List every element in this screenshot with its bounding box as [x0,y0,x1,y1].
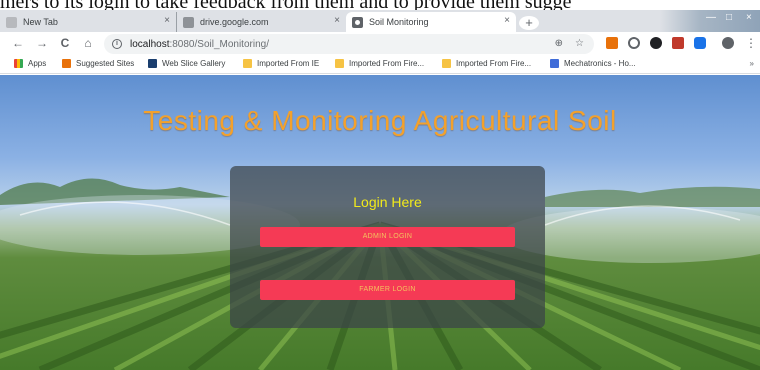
new-tab-button[interactable]: + [519,16,539,30]
bookmarks-bar: Apps Suggested Sites Web Slice Gallery I… [0,56,760,74]
minimize-button[interactable]: — [706,12,716,23]
info-icon[interactable]: i [112,39,122,49]
bookmark-folder[interactable]: Imported From Fire... [442,59,531,68]
bookmark-mechatronics[interactable]: Mechatronics - Ho... [550,59,636,68]
bookmark-folder[interactable]: Imported From Fire... [335,59,424,68]
extension-icon[interactable] [694,37,706,49]
bookmark-label: Web Slice Gallery [162,59,226,68]
home-icon[interactable]: ⌂ [80,36,96,50]
farmer-login-button[interactable]: FARMER LOGIN [260,280,515,300]
menu-icon[interactable]: ⋮ [743,36,759,50]
bookmark-folder[interactable]: Imported From IE [243,59,319,68]
suggested-sites-icon [62,59,71,68]
browser-toolbar: ← → C ⌂ i localhost:8080/Soil_Monitoring… [0,32,760,56]
folder-icon [335,59,344,68]
forward-arrow-icon[interactable]: → [34,36,50,50]
admin-login-button[interactable]: ADMIN LOGIN [260,227,515,247]
bookmark-apps[interactable]: Apps [14,59,46,68]
extension-icon[interactable] [650,37,662,49]
login-heading: Login Here [353,194,422,210]
login-panel: Login Here ADMIN LOGIN FARMER LOGIN [230,166,545,328]
apps-grid-icon [14,59,23,68]
more-bookmarks-chevron-icon[interactable]: » [750,59,754,68]
url-path: :8080/Soil_Monitoring/ [169,38,269,50]
folder-icon [243,59,252,68]
globe-icon [352,16,363,28]
bookmark-suggested-sites[interactable]: Suggested Sites [62,59,134,68]
zoom-icon[interactable]: ⊕ [555,38,563,49]
tab-label: drive.google.com [200,17,269,27]
profile-avatar-icon[interactable] [722,37,734,49]
url-host: localhost [130,38,170,50]
bookmark-label: Imported From IE [257,59,320,68]
reload-icon[interactable]: C [57,36,73,50]
bookmark-label: Imported From Fire... [349,59,425,68]
extension-icon[interactable] [606,37,618,49]
browser-tab-strip: New Tab × drive.google.com × Soil Monito… [0,10,760,32]
tab-label: Soil Monitoring [369,17,429,27]
window-controls: — □ × [660,10,760,32]
back-arrow-icon[interactable]: ← [10,36,26,50]
bookmark-star-icon[interactable]: ☆ [575,38,584,49]
bookmark-web-slice-gallery[interactable]: Web Slice Gallery [148,59,225,68]
tab-new-tab[interactable]: New Tab × [0,12,176,32]
bookmark-label: Imported From Fire... [456,59,532,68]
page-viewport: Testing & Monitoring Agricultural Soil L… [0,75,760,370]
mechatronics-icon [550,59,559,68]
bookmark-label: Mechatronics - Ho... [564,59,636,68]
extension-icon[interactable] [672,37,684,49]
tab-label: New Tab [23,17,58,27]
folder-icon [442,59,451,68]
drive-icon [183,16,194,28]
address-bar[interactable]: i localhost:8080/Soil_Monitoring/ ⊕ ☆ [104,34,594,54]
close-window-button[interactable]: × [746,12,752,23]
maximize-button[interactable]: □ [726,12,732,23]
web-slice-icon [148,59,157,68]
close-icon[interactable]: × [504,15,510,26]
tab-drive[interactable]: drive.google.com × [176,12,346,32]
bookmark-label: Suggested Sites [76,59,135,68]
page-title: Testing & Monitoring Agricultural Soil [143,105,617,136]
bookmark-label: Apps [28,59,47,68]
extension-icon[interactable] [628,37,640,49]
tab-soil-monitoring[interactable]: Soil Monitoring × [346,12,516,32]
close-icon[interactable]: × [164,15,170,26]
page-icon [6,16,17,28]
close-icon[interactable]: × [334,15,340,26]
